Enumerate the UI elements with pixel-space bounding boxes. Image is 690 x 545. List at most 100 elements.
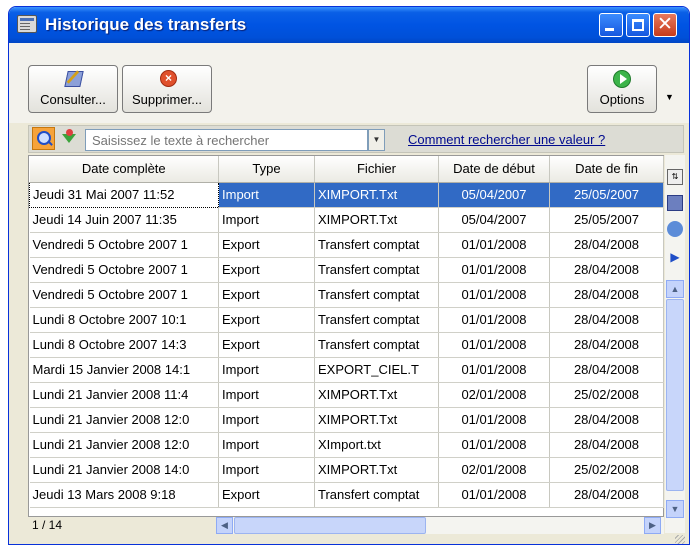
column-header-type[interactable]: Type: [218, 156, 315, 183]
horizontal-scrollbar[interactable]: ◀ ▶: [216, 517, 664, 534]
search-help-link[interactable]: Comment rechercher une valeur ?: [408, 132, 605, 147]
supprimer-button[interactable]: × Supprimer...: [122, 65, 212, 113]
horizontal-scrollbar-thumb[interactable]: [234, 517, 426, 534]
consulter-button[interactable]: Consulter...: [28, 65, 118, 113]
grid-side-panel: ⇅ ▶ ▲ ▼: [665, 155, 685, 533]
date-fin-cell: 25/05/2007: [549, 207, 664, 233]
edit-icon: [64, 71, 84, 87]
date-fin-cell: 28/04/2008: [549, 332, 664, 358]
scroll-up-button[interactable]: ▲: [666, 280, 684, 298]
date-debut-cell: 05/04/2007: [438, 182, 550, 208]
scroll-right-button[interactable]: ▶: [644, 517, 661, 534]
table-row[interactable]: Vendredi 5 Octobre 2007 1 Export Transfert…: [29, 232, 664, 258]
table-row[interactable]: Lundi 8 Octobre 2007 10:1 Export Transfert…: [29, 307, 664, 333]
table-row[interactable]: Jeudi 13 Mars 2008 9:18 Export Transfert c…: [29, 482, 664, 508]
fichier-cell: XIMPORT.Txt: [314, 182, 439, 208]
date-debut-cell: 01/01/2008: [438, 482, 550, 508]
date-complete-cell: Lundi 8 Octobre 2007 14:3: [29, 332, 219, 358]
type-cell: Import: [218, 407, 315, 433]
app-icon: [17, 15, 37, 33]
table-row[interactable]: Lundi 8 Octobre 2007 14:3 Export Transfert…: [29, 332, 664, 358]
close-button[interactable]: ✕: [653, 13, 677, 37]
date-fin-cell: 28/04/2008: [549, 307, 664, 333]
minimize-icon: [605, 28, 614, 31]
toolbar: Consulter... × Supprimer... Options ▼: [9, 43, 689, 123]
date-complete-cell: Lundi 21 Janvier 2008 11:4: [29, 382, 219, 408]
fichier-cell: XImport.txt: [314, 432, 439, 458]
date-fin-cell: 28/04/2008: [549, 482, 664, 508]
search-input[interactable]: [85, 129, 368, 151]
date-fin-cell: 25/02/2008: [549, 457, 664, 483]
type-cell: Export: [218, 232, 315, 258]
date-complete-cell: Lundi 21 Janvier 2008 12:0: [29, 432, 219, 458]
date-complete-cell: Lundi 8 Octobre 2007 10:1: [29, 307, 219, 333]
pager-counter: 1 / 14: [32, 518, 63, 532]
date-complete-cell: Lundi 21 Janvier 2008 12:0: [29, 407, 219, 433]
scroll-down-button[interactable]: ▼: [666, 500, 684, 518]
options-label: Options: [599, 92, 645, 107]
date-complete-cell: Jeudi 31 Mai 2007 11:52: [29, 181, 219, 208]
filter-icon[interactable]: [60, 129, 78, 147]
resize-grip-icon[interactable]: [675, 535, 685, 544]
fichier-cell: XIMPORT.Txt: [314, 207, 439, 233]
table-row[interactable]: Vendredi 5 Octobre 2007 1 Export Transfert…: [29, 257, 664, 283]
scroll-left-button[interactable]: ◀: [216, 517, 233, 534]
table-row[interactable]: Lundi 21 Janvier 2008 11:4 Import XIMPORT.…: [29, 382, 664, 408]
date-debut-cell: 01/01/2008: [438, 257, 550, 283]
fichier-cell: Transfert comptat: [314, 232, 439, 258]
date-fin-cell: 28/04/2008: [549, 282, 664, 308]
table-row[interactable]: Lundi 21 Janvier 2008 12:0 Import XIMPORT.…: [29, 407, 664, 433]
date-fin-cell: 28/04/2008: [549, 232, 664, 258]
sort-icon[interactable]: ⇅: [667, 169, 683, 185]
type-cell: Import: [218, 382, 315, 408]
type-cell: Export: [218, 282, 315, 308]
title-bar[interactable]: Historique des transferts ✕: [9, 7, 689, 43]
date-complete-cell: Lundi 21 Janvier 2008 14:0: [29, 457, 219, 483]
table-row[interactable]: Vendredi 5 Octobre 2007 1 Export Transfert…: [29, 282, 664, 308]
column-header-fichier[interactable]: Fichier: [314, 156, 439, 183]
date-debut-cell: 02/01/2008: [438, 382, 550, 408]
date-complete-cell: Vendredi 5 Octobre 2007 1: [29, 232, 219, 258]
options-button[interactable]: Options: [587, 65, 657, 113]
minimize-button[interactable]: [599, 13, 623, 37]
delete-icon: ×: [160, 70, 177, 87]
date-complete-cell: Vendredi 5 Octobre 2007 1: [29, 282, 219, 308]
table-row[interactable]: Jeudi 31 Mai 2007 11:52 Import XIMPORT.Txt…: [29, 181, 664, 208]
search-dropdown-icon[interactable]: ▼: [368, 129, 385, 151]
maximize-button[interactable]: [626, 13, 650, 37]
date-debut-cell: 02/01/2008: [438, 457, 550, 483]
options-dropdown-arrow-icon[interactable]: ▼: [665, 92, 674, 102]
date-debut-cell: 05/04/2007: [438, 207, 550, 233]
vertical-scrollbar-thumb[interactable]: [666, 299, 684, 491]
maximize-icon: [632, 19, 644, 31]
type-cell: Import: [218, 207, 315, 233]
date-fin-cell: 25/02/2008: [549, 382, 664, 408]
search-icon[interactable]: [32, 127, 55, 150]
fichier-cell: Transfert comptat: [314, 282, 439, 308]
table-row[interactable]: Lundi 21 Janvier 2008 12:0 Import XImport.…: [29, 432, 664, 458]
close-icon: ✕: [657, 14, 673, 35]
date-debut-cell: 01/01/2008: [438, 357, 550, 383]
fichier-cell: XIMPORT.Txt: [314, 407, 439, 433]
fichier-cell: Transfert comptat: [314, 307, 439, 333]
type-cell: Import: [218, 357, 315, 383]
type-cell: Export: [218, 482, 315, 508]
date-fin-cell: 28/04/2008: [549, 407, 664, 433]
expand-arrow-icon[interactable]: ▶: [667, 250, 683, 266]
date-debut-cell: 01/01/2008: [438, 407, 550, 433]
column-header-date-complete[interactable]: Date complète: [29, 156, 219, 183]
fichier-cell: Transfert comptat: [314, 332, 439, 358]
table-row[interactable]: Mardi 15 Janvier 2008 14:1 Import EXPORT_C…: [29, 357, 664, 383]
date-fin-cell: 28/04/2008: [549, 432, 664, 458]
print-icon[interactable]: [667, 221, 683, 237]
table-row[interactable]: Jeudi 14 Juin 2007 11:35 Import XIMPORT.Tx…: [29, 207, 664, 233]
display-icon[interactable]: [667, 195, 683, 211]
table-row[interactable]: Lundi 21 Janvier 2008 14:0 Import XIMPORT.…: [29, 457, 664, 483]
column-header-date-fin[interactable]: Date de fin: [549, 156, 664, 183]
date-fin-cell: 28/04/2008: [549, 357, 664, 383]
date-debut-cell: 01/01/2008: [438, 432, 550, 458]
fichier-cell: EXPORT_CIEL.T: [314, 357, 439, 383]
date-complete-cell: Jeudi 13 Mars 2008 9:18: [29, 482, 219, 508]
type-cell: Import: [218, 457, 315, 483]
column-header-date-debut[interactable]: Date de début: [438, 156, 550, 183]
